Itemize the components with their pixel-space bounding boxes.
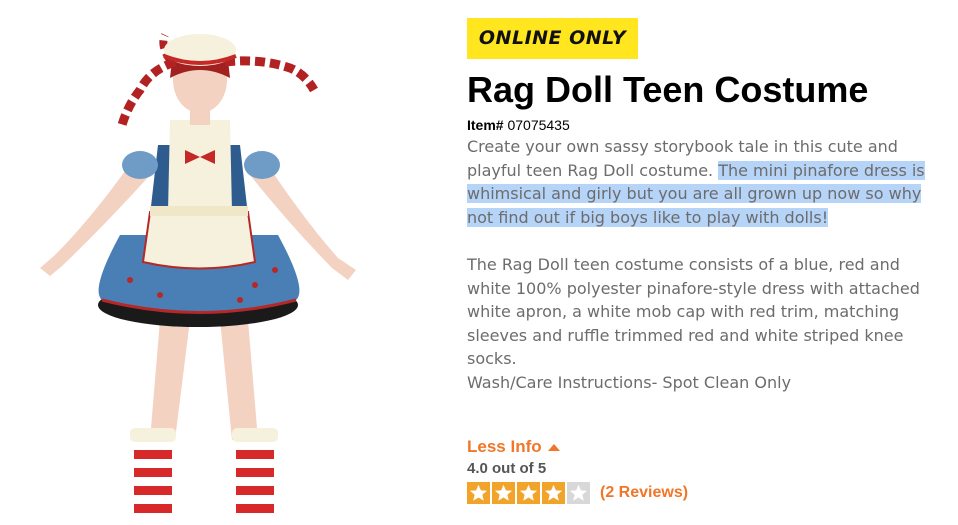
star-icon bbox=[492, 482, 515, 504]
description-paragraph-1: Create your own sassy storybook tale in … bbox=[467, 135, 939, 229]
product-details: ONLINE ONLY Rag Doll Teen Costume Item# … bbox=[467, 0, 947, 525]
caret-up-icon bbox=[547, 443, 560, 451]
product-title: Rag Doll Teen Costume bbox=[467, 69, 869, 110]
care-instructions: Wash/Care Instructions- Spot Clean Only bbox=[467, 372, 792, 392]
product-description: Create your own sassy storybook tale in … bbox=[467, 135, 939, 394]
star-icon bbox=[542, 482, 565, 504]
description-details: The Rag Doll teen costume consists of a … bbox=[467, 255, 920, 368]
item-number: Item# 07075435 bbox=[467, 116, 570, 134]
star-icon bbox=[467, 482, 490, 504]
item-number-label: Item# bbox=[467, 117, 504, 133]
less-info-label: Less Info bbox=[467, 437, 542, 456]
product-image bbox=[0, 0, 440, 525]
star-rating: (2 Reviews) bbox=[467, 482, 688, 504]
stars-container bbox=[467, 482, 592, 504]
star-icon bbox=[567, 482, 590, 504]
reviews-link[interactable]: (2 Reviews) bbox=[600, 484, 688, 502]
item-number-value: 07075435 bbox=[507, 117, 570, 133]
online-only-badge: ONLINE ONLY bbox=[467, 18, 638, 59]
less-info-toggle[interactable]: Less Info bbox=[467, 437, 560, 457]
star-icon bbox=[517, 482, 540, 504]
rating-text: 4.0 out of 5 bbox=[467, 460, 547, 477]
